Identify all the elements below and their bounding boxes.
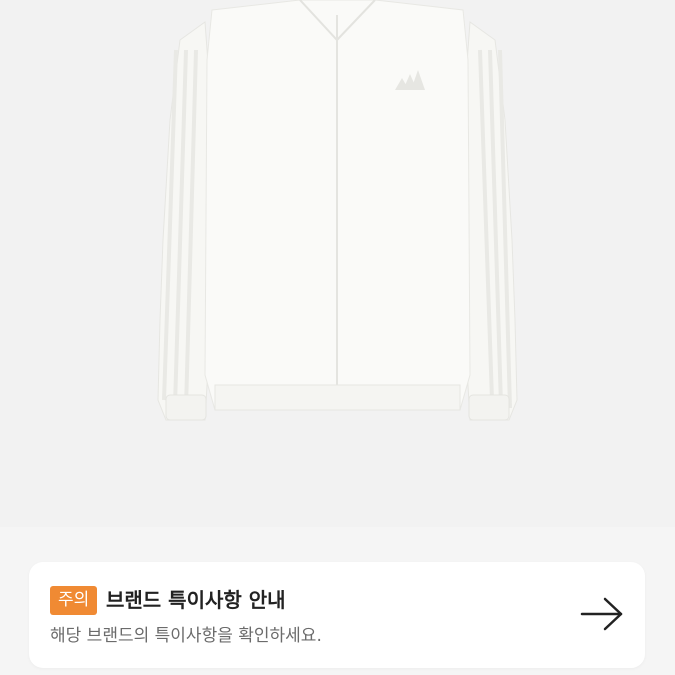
notice-subtitle: 해당 브랜드의 특이사항을 확인하세요. (50, 626, 322, 646)
jacket-illustration (157, 0, 518, 421)
arrow-right-icon[interactable] (579, 594, 627, 634)
caution-badge: 주의 (50, 586, 98, 615)
brand-notice-card[interactable]: 주의 브랜드 특이사항 안내 해당 브랜드의 특이사항을 확인하세요. (29, 562, 645, 668)
product-image[interactable] (0, 0, 675, 527)
notice-title: 브랜드 특이사항 안내 (106, 588, 286, 612)
